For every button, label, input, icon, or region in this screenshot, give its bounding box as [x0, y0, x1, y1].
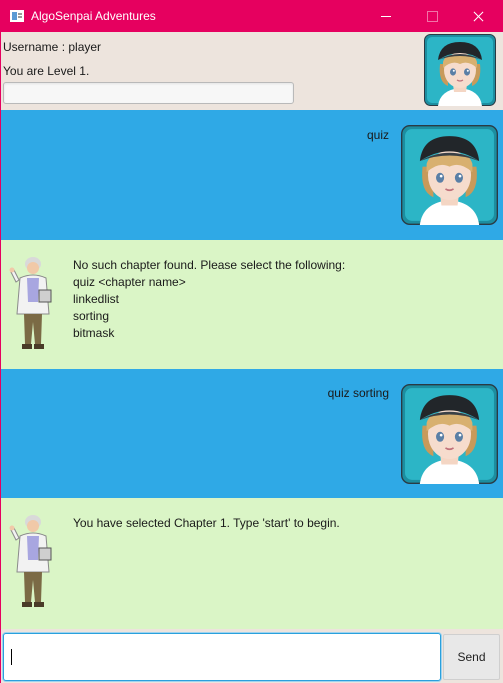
- chat-message-user: quiz sorting: [1, 369, 503, 498]
- title-bar[interactable]: AlgoSenpai Adventures: [1, 0, 503, 32]
- chat-scroll-area[interactable]: quiz No such chapter found. Please selec…: [1, 110, 503, 629]
- input-bar: Send: [1, 629, 503, 683]
- chat-input[interactable]: [3, 633, 441, 681]
- close-button[interactable]: [455, 0, 501, 32]
- professor-avatar-icon: [9, 257, 52, 349]
- player-header: Username : player You are Level 1.: [1, 32, 503, 110]
- user-avatar-icon: [401, 384, 498, 484]
- user-avatar: [401, 384, 498, 487]
- maximize-button[interactable]: [409, 0, 455, 32]
- window-title: AlgoSenpai Adventures: [31, 9, 156, 23]
- text-caret: [11, 649, 12, 665]
- user-avatar-icon: [401, 125, 498, 225]
- user-avatar: [424, 34, 496, 106]
- username-label: Username : player: [3, 40, 102, 54]
- message-text: quiz: [366, 128, 389, 142]
- level-progress-bar: [3, 82, 294, 104]
- chat-message-user: quiz: [1, 110, 503, 240]
- level-label: You are Level 1.: [3, 64, 90, 78]
- professor-avatar: [7, 510, 63, 617]
- chat-message-bot: No such chapter found. Please select the…: [1, 240, 503, 369]
- message-text: quiz sorting: [327, 386, 389, 400]
- user-avatar: [401, 125, 498, 228]
- minimize-button[interactable]: [363, 0, 409, 32]
- app-icon: [10, 10, 24, 22]
- message-text: No such chapter found. Please select the…: [73, 258, 346, 340]
- professor-avatar: [7, 252, 63, 359]
- app-window: AlgoSenpai Adventures Username : player …: [0, 0, 503, 683]
- user-avatar-icon: [424, 34, 496, 106]
- professor-avatar-icon: [9, 515, 52, 607]
- chat-message-bot: You have selected Chapter 1. Type 'start…: [1, 498, 503, 629]
- message-text: You have selected Chapter 1. Type 'start…: [73, 516, 340, 530]
- send-button[interactable]: Send: [443, 634, 500, 680]
